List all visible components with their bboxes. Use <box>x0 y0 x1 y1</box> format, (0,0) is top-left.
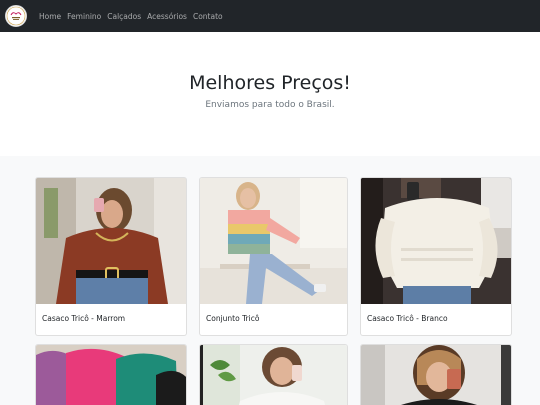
product-grid: Casaco Tricô - Marrom Conjunto Tricô Cas… <box>35 177 512 336</box>
product-image-brown-sweater[interactable] <box>36 178 186 304</box>
product-image-black-top[interactable] <box>361 345 511 405</box>
product-card[interactable]: Casaco Tricô - Marrom <box>35 177 187 336</box>
navbar: Home Feminino Calçados Acessórios Contat… <box>0 0 540 32</box>
product-card[interactable] <box>360 344 512 405</box>
nav-link-contato[interactable]: Contato <box>190 12 226 21</box>
hero-section: Melhores Preços! Enviamos para todo o Br… <box>0 32 540 156</box>
hero-title: Melhores Preços! <box>189 72 351 94</box>
product-album: Casaco Tricô - Marrom Conjunto Tricô Cas… <box>0 156 540 405</box>
product-image-white-blouse[interactable] <box>200 345 347 405</box>
nav-link-acessorios[interactable]: Acessórios <box>144 12 190 21</box>
nav-link-calcados[interactable]: Calçados <box>104 12 144 21</box>
product-name: Conjunto Tricô <box>206 314 260 323</box>
nav-link-feminino[interactable]: Feminino <box>64 12 104 21</box>
hero-subtitle: Enviamos para todo o Brasil. <box>205 100 335 110</box>
logo-icon <box>6 6 26 26</box>
product-name: Casaco Tricô - Branco <box>367 314 448 323</box>
product-card[interactable] <box>35 344 187 405</box>
nav-links: Home Feminino Calçados Acessórios Contat… <box>36 12 226 21</box>
product-grid-row-2 <box>35 344 512 405</box>
product-image-striped-sweater[interactable] <box>200 178 347 304</box>
product-image-white-sweater[interactable] <box>361 178 511 304</box>
brand-logo[interactable] <box>5 5 27 27</box>
product-image-colored-knits[interactable] <box>36 345 186 405</box>
nav-link-home[interactable]: Home <box>36 12 64 21</box>
product-card[interactable]: Conjunto Tricô <box>199 177 348 336</box>
product-card[interactable]: Casaco Tricô - Branco <box>360 177 512 336</box>
product-card[interactable] <box>199 344 348 405</box>
product-name: Casaco Tricô - Marrom <box>42 314 126 323</box>
